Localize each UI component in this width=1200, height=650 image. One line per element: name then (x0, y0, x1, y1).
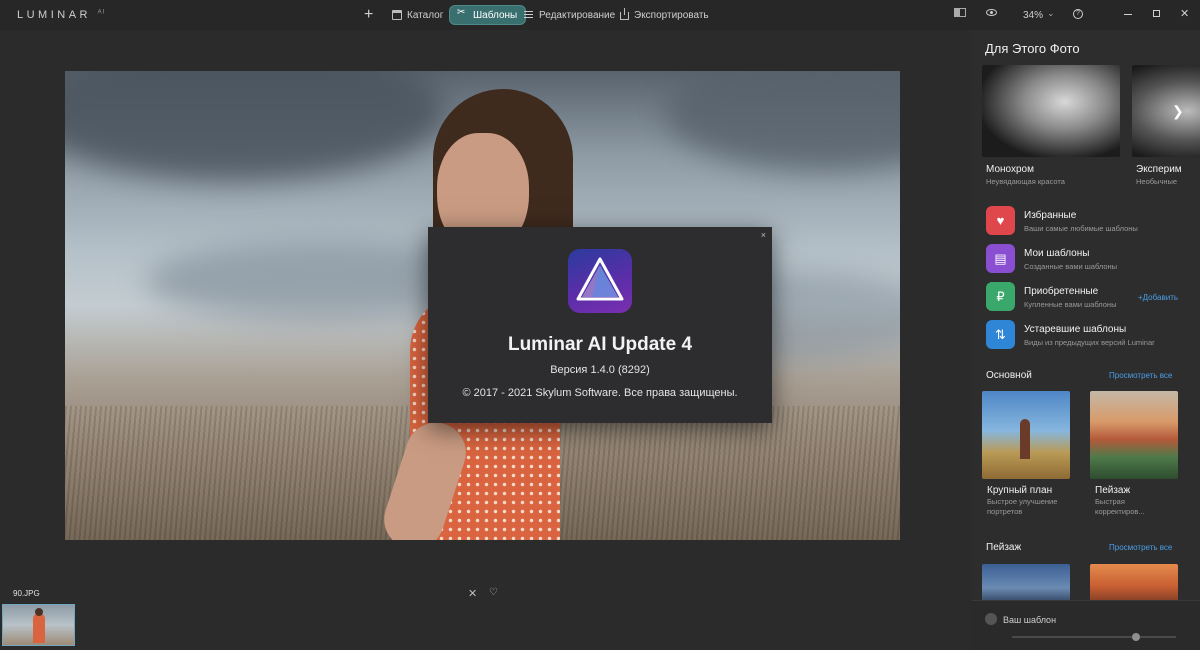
chevron-right-icon[interactable]: ❯ (1172, 103, 1184, 120)
view-all-link[interactable]: Просмотреть все (1109, 371, 1172, 380)
featured-card-monochrome[interactable] (982, 65, 1120, 157)
category-sub: Виды из предыдущих версий Luminar (1024, 338, 1155, 347)
tab-catalog-label: Каталог (407, 9, 444, 21)
category-sub: Купленные вами шаблоны (1024, 300, 1117, 309)
zoom-level[interactable]: 34% (1023, 10, 1043, 21)
luminar-app-icon (568, 249, 632, 313)
category-legacy[interactable]: ⇅ Устаревшие шаблоны Виды из предыдущих … (986, 320, 1196, 350)
about-dialog: × Luminar AI Update 4 Версия 1.4.0 (8292… (428, 227, 772, 423)
category-purchased[interactable]: ₽ Приобретенные Купленные вами шаблоны +… (986, 282, 1196, 312)
featured-name: Монохром (986, 164, 1034, 175)
panel-title: Для Этого Фото (985, 41, 1080, 56)
templates-panel: Для Этого Фото ❯ Монохром Неувядающая кр… (972, 30, 1200, 650)
your-template-bar: Ваш шаблон (972, 600, 1200, 650)
export-label: Экспортировать (634, 9, 709, 21)
category-name: Устаревшие шаблоны (1024, 324, 1127, 335)
templates-icon (457, 7, 468, 20)
sliders-icon (524, 10, 534, 20)
help-icon[interactable]: ? (1073, 9, 1083, 19)
dialog-version: Версия 1.4.0 (8292) (550, 364, 650, 376)
minimize-icon[interactable] (1124, 14, 1132, 15)
category-name: Избранные (1024, 210, 1077, 221)
dialog-close-icon[interactable]: × (761, 230, 766, 240)
maximize-icon[interactable] (1153, 10, 1160, 17)
section-title-main: Основной (986, 370, 1032, 381)
category-favorites[interactable]: ♥ Избранные Ваши самые любимые шаблоны (986, 206, 1196, 236)
my-templates-icon: ▤ (986, 244, 1015, 273)
purchased-icon: ₽ (986, 282, 1015, 311)
featured-name: Эксперим (1136, 164, 1182, 175)
your-template-label: Ваш шаблон (1003, 615, 1057, 625)
category-my-templates[interactable]: ▤ Мои шаблоны Созданные вами шаблоны (986, 244, 1196, 274)
compare-icon[interactable] (954, 8, 966, 17)
export-icon (620, 8, 629, 20)
add-link[interactable]: +Добавить (1138, 293, 1178, 302)
current-filename: 90.JPG (13, 589, 40, 598)
tab-catalog[interactable]: Каталог (384, 5, 451, 25)
category-name: Мои шаблоны (1024, 248, 1090, 259)
eye-icon[interactable] (986, 9, 997, 16)
featured-card-experimental[interactable] (1132, 65, 1200, 157)
template-card-landscape[interactable] (1090, 391, 1178, 479)
category-sub: Ваши самые любимые шаблоны (1024, 224, 1138, 233)
template-card-closeup[interactable] (982, 391, 1070, 479)
export-button[interactable]: Экспортировать (612, 5, 717, 25)
featured-sub: Неувядающая красота (986, 177, 1065, 186)
template-card[interactable] (1090, 564, 1178, 604)
template-sub: Быстрое улучшение портретов (987, 497, 1058, 516)
tab-templates[interactable]: Шаблоны (449, 5, 527, 25)
category-name: Приобретенные (1024, 286, 1099, 297)
section-title-landscape: Пейзаж (986, 542, 1022, 553)
heart-icon: ♥ (986, 206, 1015, 235)
add-photos-button[interactable]: + (358, 5, 379, 25)
category-sub: Созданные вами шаблоны (1024, 262, 1118, 271)
tab-templates-label: Шаблоны (473, 9, 518, 21)
top-toolbar: LUMINAR AI + Каталог Шаблоны Редактирова… (0, 0, 1200, 30)
window-close-icon[interactable]: ✕ (1180, 7, 1189, 20)
filmstrip-thumbnail[interactable] (2, 604, 75, 646)
template-name: Крупный план (987, 485, 1053, 496)
amount-slider-handle[interactable] (1132, 633, 1140, 641)
featured-sub: Необычные (1136, 177, 1178, 186)
view-all-link[interactable]: Просмотреть все (1109, 543, 1172, 552)
tab-edit[interactable]: Редактирование (516, 5, 623, 25)
dialog-title: Luminar AI Update 4 (507, 334, 693, 355)
template-name: Пейзаж (1095, 485, 1131, 496)
amount-slider-track[interactable] (1012, 636, 1176, 638)
template-card[interactable] (982, 564, 1070, 604)
legacy-icon: ⇅ (986, 320, 1015, 349)
reject-icon[interactable]: ✕ (468, 587, 477, 600)
dialog-copyright: © 2017 - 2021 Skylum Software. Все права… (462, 387, 738, 399)
app-logo: LUMINAR AI (17, 9, 106, 21)
template-toggle-icon[interactable] (985, 613, 997, 625)
template-sub: Быстрая корректиров... (1095, 497, 1145, 516)
zoom-chevron-down-icon[interactable]: ⌄ (1047, 8, 1055, 19)
favorite-heart-icon[interactable]: ♡ (489, 587, 498, 598)
folder-icon (392, 10, 402, 20)
tab-edit-label: Редактирование (539, 9, 616, 21)
